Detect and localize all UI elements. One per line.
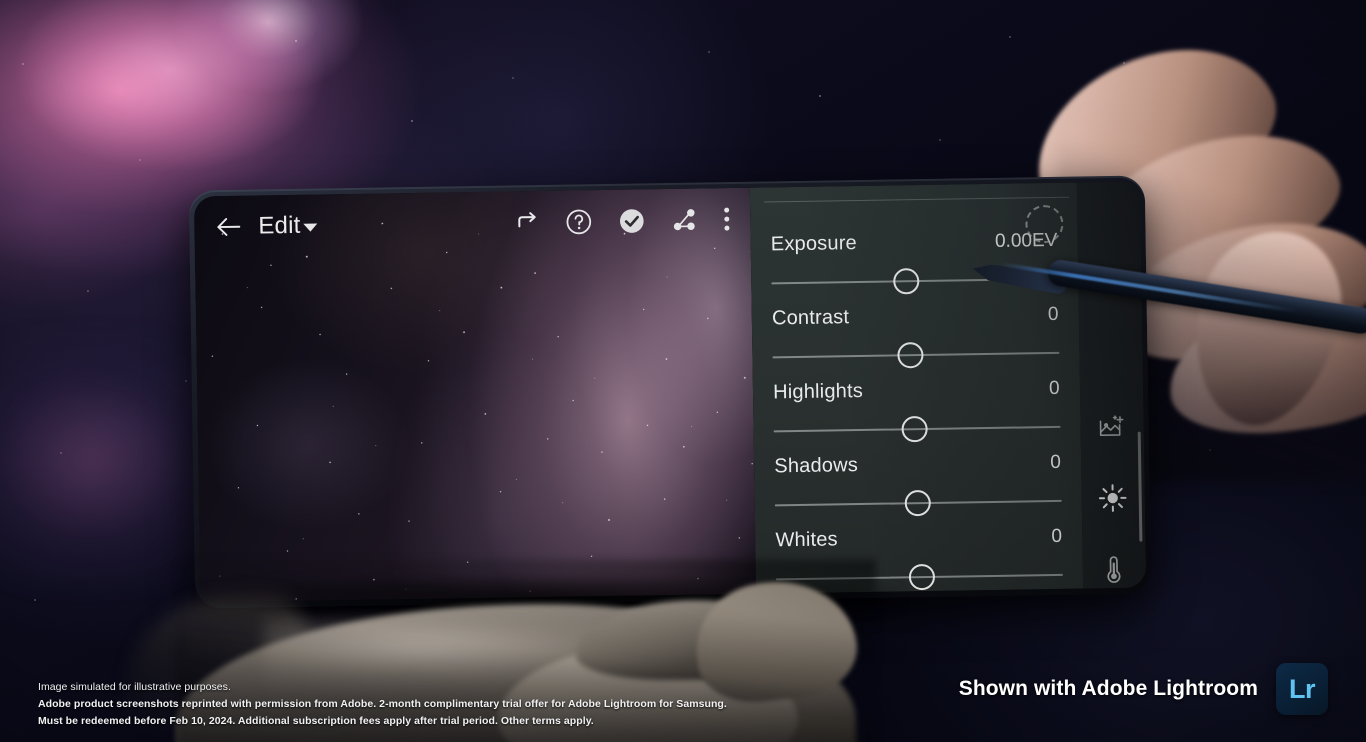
- done-icon[interactable]: [618, 207, 645, 234]
- lightroom-logo: Lr: [1276, 663, 1328, 715]
- panel-divider: [764, 196, 1069, 203]
- redo-icon[interactable]: [515, 210, 539, 234]
- chevron-down-icon: [303, 223, 318, 232]
- share-icon[interactable]: [671, 207, 697, 233]
- slider-value: 0: [1048, 377, 1060, 400]
- slider-knob[interactable]: [896, 342, 924, 369]
- light-brightness-icon[interactable]: [1093, 479, 1134, 517]
- edit-mode-label: Edit: [258, 211, 301, 240]
- slider-contrast: Contrast 0: [752, 303, 1079, 371]
- slider-label: Contrast: [771, 306, 850, 330]
- legal-disclaimer: Image simulated for illustrative purpose…: [38, 679, 727, 730]
- light-adjust-panel: Exposure 0.00EV Contrast 0 Highlights 0 …: [749, 182, 1083, 594]
- slider-label: Shadows: [774, 454, 859, 478]
- slider-knob[interactable]: [892, 268, 920, 295]
- color-temperature-icon[interactable]: [1094, 550, 1135, 588]
- disclaimer-line-2: Adobe product screenshots reprinted with…: [38, 698, 727, 710]
- slider-highlights: Highlights 0: [753, 377, 1080, 445]
- slider-track[interactable]: [773, 414, 1061, 444]
- slider-label: Exposure: [770, 232, 858, 256]
- slider-label: Highlights: [772, 379, 864, 404]
- photo-canvas[interactable]: Edit: [193, 187, 757, 603]
- slider-knob[interactable]: [900, 415, 928, 443]
- slider-value: 0: [1051, 525, 1063, 548]
- help-icon[interactable]: [565, 208, 592, 235]
- edit-toolbar: Edit: [194, 188, 751, 259]
- slider-track[interactable]: [774, 488, 1062, 518]
- phone-drop-shadow: [200, 576, 900, 620]
- lightroom-badge-text: Shown with Adobe Lightroom: [958, 677, 1258, 700]
- lightroom-logo-text: Lr: [1289, 673, 1316, 704]
- slider-knob[interactable]: [908, 563, 936, 591]
- phone-screen: Edit Exposure 0.00EV Contrast 0 Highligh…: [193, 181, 1147, 603]
- edit-mode-dropdown[interactable]: Edit: [258, 212, 318, 241]
- phone-device: Edit Exposure 0.00EV Contrast 0 Highligh…: [188, 175, 1152, 609]
- screenshot-stage: Edit Exposure 0.00EV Contrast 0 Highligh…: [0, 0, 1366, 742]
- slider-value: 0: [1047, 303, 1059, 326]
- disclaimer-line-1: Image simulated for illustrative purpose…: [38, 681, 231, 693]
- slider-value: 0: [1050, 451, 1061, 474]
- slider-label: Whites: [775, 528, 838, 552]
- disclaimer-line-3: Must be redeemed before Feb 10, 2024. Ad…: [38, 715, 594, 727]
- rail-scrollbar[interactable]: [1137, 431, 1143, 542]
- lightroom-attribution-badge: Shown with Adobe Lightroom Lr: [959, 663, 1328, 715]
- slider-track[interactable]: [772, 340, 1060, 370]
- edit-tool-rail: [1076, 181, 1147, 589]
- slider-knob[interactable]: [904, 489, 932, 517]
- overflow-menu-icon[interactable]: [723, 206, 730, 232]
- auto-enhance-icon[interactable]: [1092, 408, 1133, 446]
- back-arrow-icon[interactable]: [214, 215, 242, 239]
- slider-shadows: Shadows 0: [754, 451, 1081, 519]
- dashed-circle-mask-icon[interactable]: [1024, 204, 1064, 244]
